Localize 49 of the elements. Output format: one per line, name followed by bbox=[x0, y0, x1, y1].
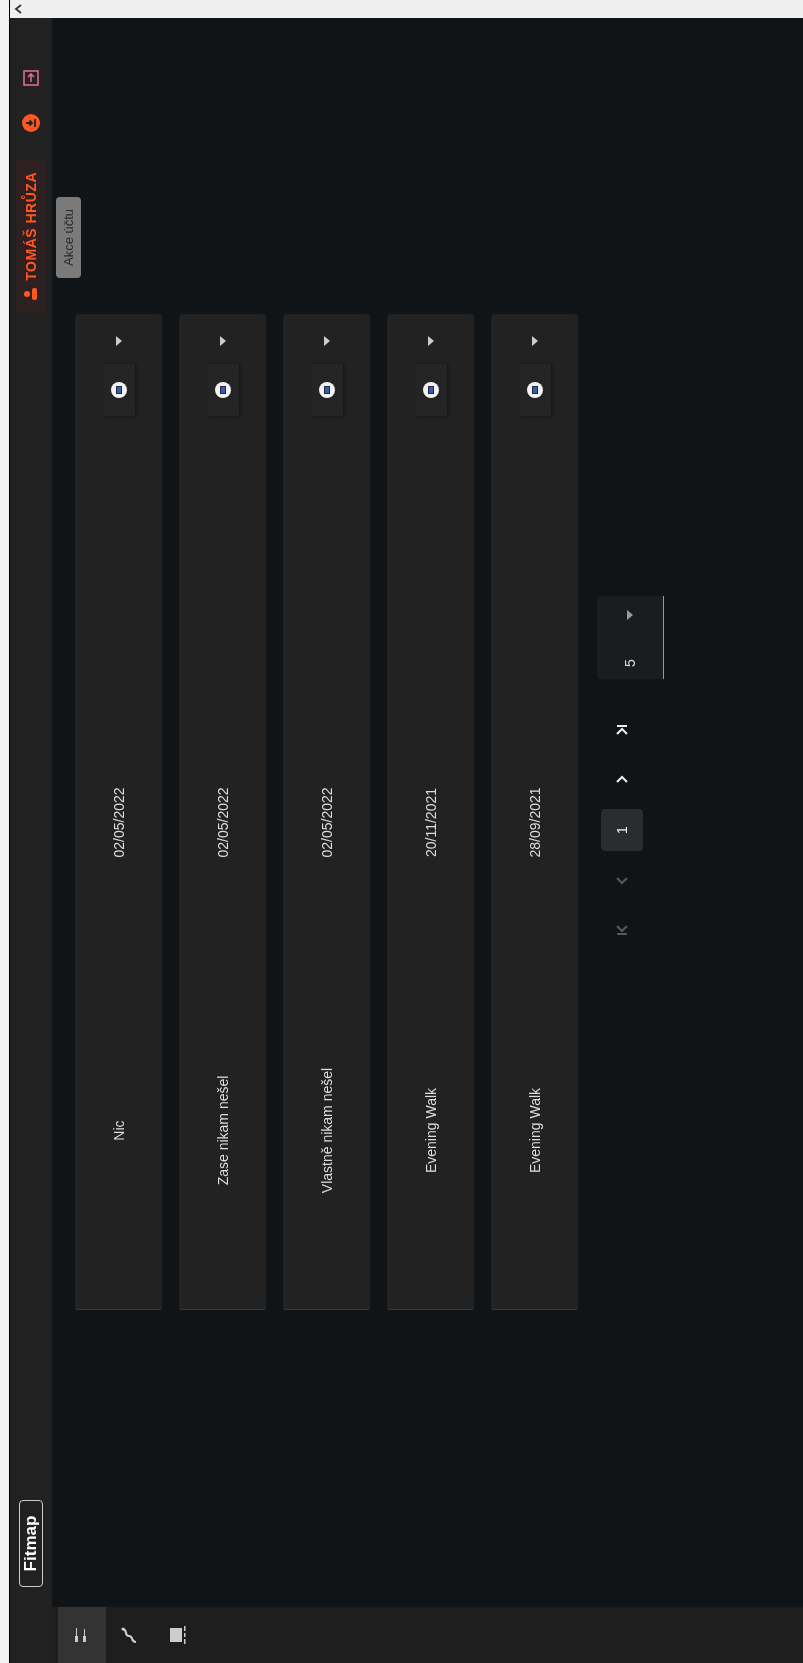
tooltip: Akce účtu bbox=[56, 196, 81, 278]
activity-card[interactable]: Zase nikam nešel 02/05/2022 bbox=[179, 314, 266, 1311]
activity-date: 20/11/2021 bbox=[422, 787, 439, 859]
chevron-up-icon bbox=[14, 4, 22, 14]
activity-card[interactable]: Evening Walk 20/11/2021 bbox=[387, 314, 474, 1311]
delete-button[interactable] bbox=[414, 364, 447, 417]
activity-date: 02/05/2022 bbox=[110, 786, 127, 860]
delete-icon bbox=[422, 382, 439, 399]
expand-button[interactable] bbox=[531, 336, 538, 347]
page-size-select[interactable]: 5 bbox=[597, 596, 664, 679]
caret-icon bbox=[115, 336, 122, 347]
activity-date: 02/05/2022 bbox=[214, 786, 231, 860]
delete-button[interactable] bbox=[206, 364, 239, 417]
scrollbar[interactable] bbox=[10, 0, 803, 18]
upload-icon bbox=[23, 70, 39, 86]
delete-icon bbox=[318, 382, 335, 399]
board-icon bbox=[168, 1625, 188, 1645]
activity-name: Evening Walk bbox=[526, 1086, 543, 1176]
activity-date: 02/05/2022 bbox=[318, 786, 335, 860]
delete-button[interactable] bbox=[102, 364, 135, 417]
activity-date: 28/09/2021 bbox=[526, 786, 543, 860]
page-button[interactable]: 1 bbox=[601, 809, 643, 851]
caret-icon bbox=[219, 336, 226, 347]
caret-icon bbox=[531, 336, 538, 347]
activity-name: Evening Walk bbox=[422, 1086, 439, 1176]
export-button[interactable] bbox=[23, 70, 39, 86]
account-button[interactable]: TOMÁŠ HRŮZA bbox=[16, 160, 46, 313]
activity-name: Zase nikam nešel bbox=[214, 1074, 231, 1188]
caret-icon bbox=[323, 336, 330, 347]
expand-button[interactable] bbox=[115, 336, 122, 347]
activity-card[interactable]: Evening Walk 28/09/2021 bbox=[491, 314, 578, 1311]
caret-icon bbox=[627, 610, 633, 620]
person-icon bbox=[23, 286, 39, 301]
caret-icon bbox=[427, 336, 434, 347]
logout-icon bbox=[22, 114, 40, 132]
delete-icon bbox=[526, 382, 543, 399]
activity-card[interactable]: Nic 02/05/2022 bbox=[75, 314, 162, 1311]
expand-button[interactable] bbox=[323, 336, 330, 347]
delete-button[interactable] bbox=[518, 364, 551, 417]
delete-icon bbox=[110, 382, 127, 399]
expand-button[interactable] bbox=[427, 336, 434, 347]
logout-button[interactable] bbox=[22, 114, 40, 132]
activity-card[interactable]: Vlastně nikam nešel 02/05/2022 bbox=[283, 314, 370, 1311]
delete-button[interactable] bbox=[310, 364, 343, 417]
activity-name: Vlastně nikam nešel bbox=[318, 1066, 335, 1196]
app-logo[interactable]: Fitmap bbox=[19, 1500, 43, 1587]
expand-button[interactable] bbox=[219, 336, 226, 347]
delete-icon bbox=[214, 382, 231, 399]
activity-name: Nic bbox=[110, 1119, 127, 1143]
